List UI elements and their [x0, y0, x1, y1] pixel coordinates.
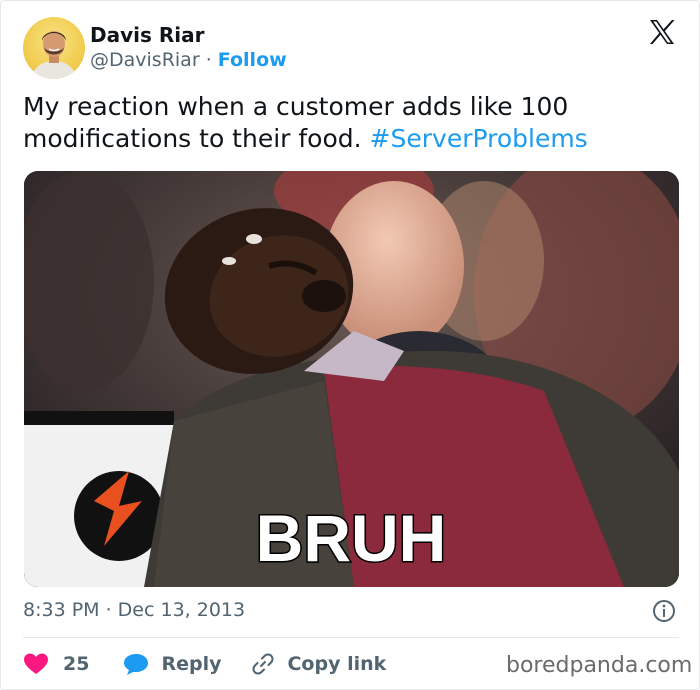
link-icon — [251, 652, 275, 676]
like-count: 25 — [63, 653, 90, 675]
like-button[interactable]: 25 — [23, 652, 89, 676]
divider — [23, 637, 679, 638]
reply-label: Reply — [161, 653, 222, 675]
reply-bubble-icon — [123, 652, 149, 676]
meme-photo: BRUH — [24, 171, 679, 587]
x-logo-icon[interactable] — [647, 17, 677, 47]
heart-icon — [23, 652, 49, 676]
action-bar: 25 Reply Copy link — [23, 651, 386, 677]
meme-caption: BRUH — [256, 501, 447, 575]
info-icon[interactable] — [652, 599, 676, 623]
handle-separator: · — [205, 49, 212, 71]
follow-button[interactable]: Follow — [218, 49, 287, 71]
copy-link-button[interactable]: Copy link — [251, 652, 386, 676]
copy-link-label: Copy link — [287, 653, 387, 675]
tweet-media-image[interactable]: BRUH — [24, 171, 679, 587]
handle-row: @DavisRiar · Follow — [90, 49, 287, 71]
reply-button[interactable]: Reply — [123, 652, 221, 676]
tweet-text: My reaction when a customer adds like 10… — [23, 91, 663, 155]
avatar[interactable] — [23, 17, 85, 79]
user-handle[interactable]: @DavisRiar — [90, 49, 200, 71]
hashtag-link[interactable]: #ServerProblems — [370, 124, 588, 153]
watermark: boredpanda.com — [506, 653, 693, 678]
tweet-timestamp[interactable]: 8:33 PM · Dec 13, 2013 — [23, 599, 245, 621]
display-name[interactable]: Davis Riar — [90, 23, 204, 47]
tweet-card: Davis Riar @DavisRiar · Follow My reacti… — [0, 0, 700, 690]
